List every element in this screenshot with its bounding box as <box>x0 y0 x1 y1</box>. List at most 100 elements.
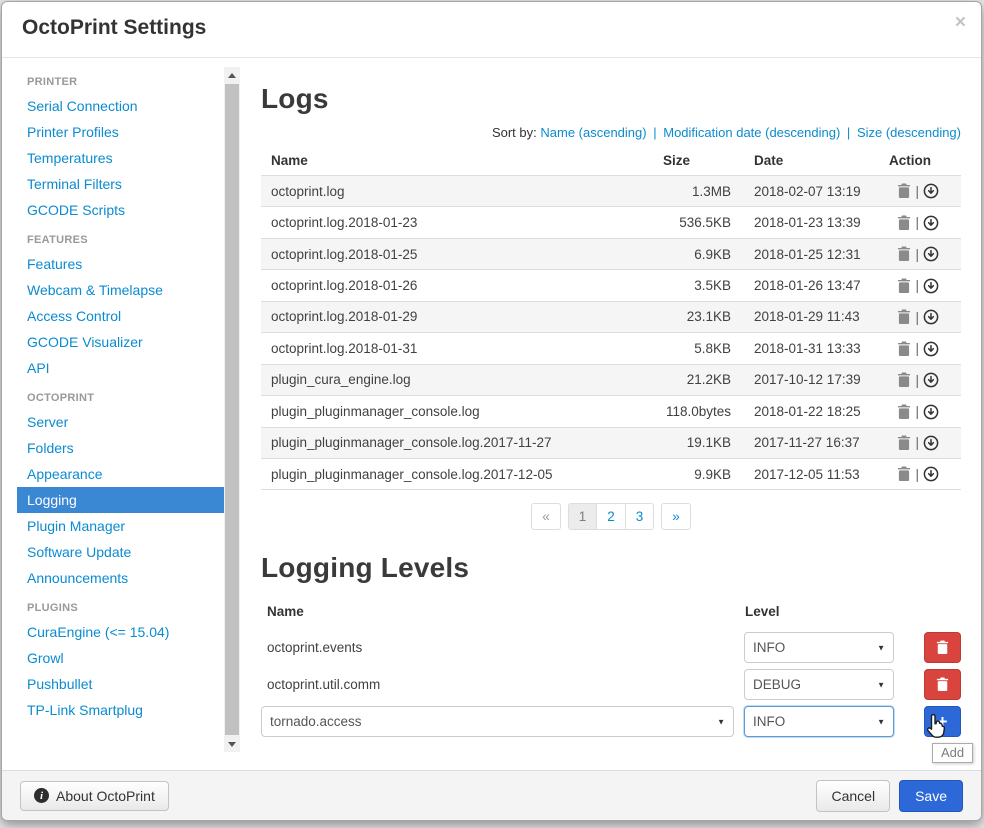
log-file-size: 23.1KB <box>653 301 741 332</box>
log-file-name: octoprint.log.2018-01-26 <box>261 270 653 301</box>
log-file-size: 118.0bytes <box>653 396 741 427</box>
pagination-page-1[interactable]: 1 <box>569 504 597 529</box>
log-file-actions: | <box>879 458 961 489</box>
log-file-name: plugin_pluginmanager_console.log.2017-11… <box>261 427 653 458</box>
log-file-actions: | <box>879 207 961 238</box>
download-log-icon[interactable] <box>923 372 939 388</box>
sort-by-row: Sort by: Name (ascending) | Modification… <box>261 125 961 140</box>
delete-log-icon[interactable] <box>897 278 911 294</box>
delete-log-icon[interactable] <box>897 404 911 420</box>
level-select-octoprint-util-comm[interactable]: DEBUG <box>744 669 894 700</box>
download-log-icon[interactable] <box>923 278 939 294</box>
download-log-icon[interactable] <box>923 246 939 262</box>
sidebar-item-api[interactable]: API <box>17 355 225 381</box>
download-log-icon[interactable] <box>923 215 939 231</box>
close-icon[interactable]: × <box>955 13 966 32</box>
delete-log-icon[interactable] <box>897 215 911 231</box>
delete-level-button[interactable] <box>924 669 961 700</box>
log-file-date: 2018-01-23 13:39 <box>741 207 879 238</box>
delete-log-icon[interactable] <box>897 341 911 357</box>
log-file-name: plugin_cura_engine.log <box>261 364 653 395</box>
pagination-page-2[interactable]: 2 <box>596 504 625 529</box>
action-separator: | <box>915 373 919 388</box>
log-file-actions: | <box>879 176 961 207</box>
sidebar-item-terminal-filters[interactable]: Terminal Filters <box>17 171 225 197</box>
download-log-icon[interactable] <box>923 466 939 482</box>
log-file-actions: | <box>879 301 961 332</box>
sidebar-item-access-control[interactable]: Access Control <box>17 303 225 329</box>
delete-log-icon[interactable] <box>897 309 911 325</box>
sort-name-link[interactable]: Name (ascending) <box>540 125 646 140</box>
logging-settings-content: Logs Sort by: Name (ascending) | Modific… <box>242 59 981 769</box>
scroll-up-icon[interactable] <box>224 67 240 83</box>
action-separator: | <box>915 404 919 419</box>
delete-log-icon[interactable] <box>897 246 911 262</box>
sidebar-item-appearance[interactable]: Appearance <box>17 461 225 487</box>
add-level-button[interactable]: + <box>924 706 961 737</box>
sidebar-heading-plugins: PLUGINS <box>17 591 225 619</box>
pagination-page-3[interactable]: 3 <box>625 504 654 529</box>
about-octoprint-button[interactable]: i About OctoPrint <box>20 781 169 811</box>
sort-size-link[interactable]: Size (descending) <box>857 125 961 140</box>
logs-table-header-row: Name Size Date Action <box>261 146 961 176</box>
sidebar-item-serial-connection[interactable]: Serial Connection <box>17 93 225 119</box>
download-log-icon[interactable] <box>923 341 939 357</box>
sidebar-item-tp-link-smartplug[interactable]: TP-Link Smartplug <box>17 697 225 723</box>
scrollbar-thumb[interactable] <box>225 84 239 735</box>
logs-pagination: « 1 2 3 » <box>261 503 961 530</box>
settings-sidebar: PRINTER Serial Connection Printer Profil… <box>2 59 242 769</box>
log-file-name: plugin_pluginmanager_console.log.2017-12… <box>261 458 653 489</box>
action-separator: | <box>915 247 919 262</box>
sidebar-item-gcode-scripts[interactable]: GCODE Scripts <box>17 197 225 223</box>
sidebar-item-logging[interactable]: Logging <box>17 487 225 513</box>
download-log-icon[interactable] <box>923 404 939 420</box>
log-file-actions: | <box>879 238 961 269</box>
sidebar-item-curaengine[interactable]: CuraEngine (<= 15.04) <box>17 619 225 645</box>
new-level-select[interactable]: INFO <box>744 706 894 737</box>
table-row: octoprint.log.2018-01-23 536.5KB 2018-01… <box>261 207 961 238</box>
sidebar-item-features[interactable]: Features <box>17 251 225 277</box>
pagination-prev-button[interactable]: « <box>531 503 561 530</box>
delete-log-icon[interactable] <box>897 183 911 199</box>
save-button[interactable]: Save <box>899 780 963 812</box>
sidebar-item-folders[interactable]: Folders <box>17 435 225 461</box>
sidebar-item-webcam-timelapse[interactable]: Webcam & Timelapse <box>17 277 225 303</box>
sidebar-item-gcode-visualizer[interactable]: GCODE Visualizer <box>17 329 225 355</box>
level-select-octoprint-events[interactable]: INFO <box>744 632 894 663</box>
log-file-actions: | <box>879 396 961 427</box>
sidebar-item-announcements[interactable]: Announcements <box>17 565 225 591</box>
scroll-down-icon[interactable] <box>224 736 240 752</box>
delete-level-button[interactable] <box>924 632 961 663</box>
sidebar-item-server[interactable]: Server <box>17 409 225 435</box>
action-separator: | <box>915 341 919 356</box>
column-header-date: Date <box>741 146 879 176</box>
download-log-icon[interactable] <box>923 309 939 325</box>
sidebar-item-growl[interactable]: Growl <box>17 645 225 671</box>
table-row: octoprint.log.2018-01-26 3.5KB 2018-01-2… <box>261 270 961 301</box>
sidebar-item-printer-profiles[interactable]: Printer Profiles <box>17 119 225 145</box>
sidebar-item-software-update[interactable]: Software Update <box>17 539 225 565</box>
download-log-icon[interactable] <box>923 183 939 199</box>
sidebar-item-plugin-manager[interactable]: Plugin Manager <box>17 513 225 539</box>
log-file-size: 21.2KB <box>653 364 741 395</box>
action-separator: | <box>915 310 919 325</box>
sidebar-item-pushbullet[interactable]: Pushbullet <box>17 671 225 697</box>
log-file-name: octoprint.log <box>261 176 653 207</box>
download-log-icon[interactable] <box>923 435 939 451</box>
delete-log-icon[interactable] <box>897 435 911 451</box>
logger-name: octoprint.util.comm <box>261 677 734 692</box>
about-button-label: About OctoPrint <box>56 788 155 804</box>
sort-separator: | <box>653 125 656 140</box>
table-row: plugin_pluginmanager_console.log.2017-12… <box>261 458 961 489</box>
component-select[interactable]: tornado.access <box>261 706 734 737</box>
sidebar-item-temperatures[interactable]: Temperatures <box>17 145 225 171</box>
delete-log-icon[interactable] <box>897 466 911 482</box>
log-file-size: 9.9KB <box>653 458 741 489</box>
logs-table: Name Size Date Action octoprint.log 1.3M… <box>261 146 961 490</box>
cancel-button[interactable]: Cancel <box>816 780 890 812</box>
sort-modification-date-link[interactable]: Modification date (descending) <box>663 125 840 140</box>
log-file-name: plugin_pluginmanager_console.log <box>261 396 653 427</box>
sidebar-scrollbar[interactable] <box>224 67 240 752</box>
delete-log-icon[interactable] <box>897 372 911 388</box>
pagination-next-button[interactable]: » <box>661 503 691 530</box>
